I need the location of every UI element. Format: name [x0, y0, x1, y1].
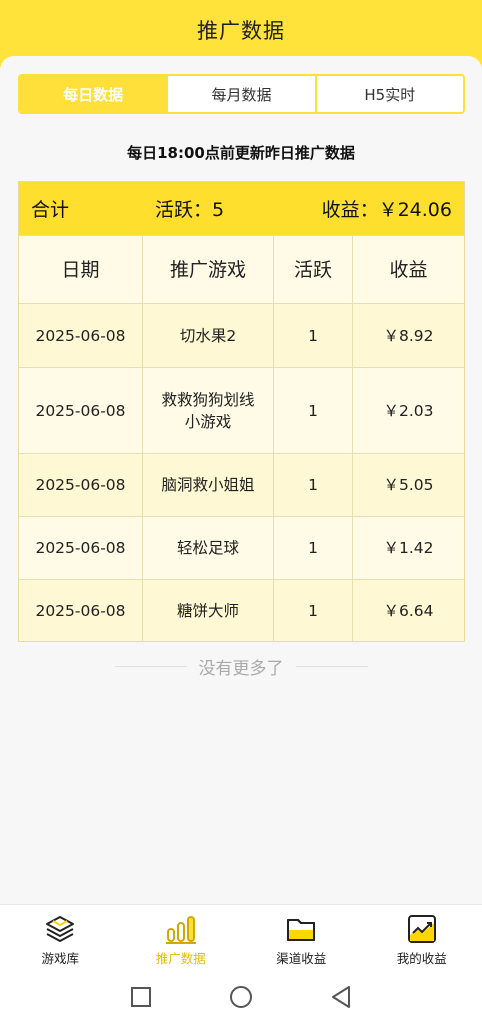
row-date: 2025-06-08 — [19, 368, 143, 453]
data-table: 合计 活跃：5 收益：￥24.06 日期 推广游戏 活跃 收益 2025-06-… — [18, 181, 465, 642]
row-active: 1 — [274, 304, 353, 367]
layers-icon — [46, 916, 75, 942]
row-active: 1 — [274, 517, 353, 579]
update-notice: 每日18:00点前更新昨日推广数据 — [127, 144, 355, 162]
row-game: 糖饼大师 — [143, 580, 274, 641]
row-game: 脑洞救小姐姐 — [143, 454, 274, 516]
back-triangle-icon — [332, 986, 350, 1008]
header-game: 推广游戏 — [143, 236, 274, 303]
row-income: ￥8.92 — [383, 326, 434, 345]
tab-bar: 每日数据 每月数据 H5实时 — [18, 74, 465, 114]
summary-income: 收益：￥24.06 — [321, 199, 452, 221]
table-row: 2025-06-08 糖饼大师 1 ￥6.64 — [19, 579, 464, 641]
row-active: 1 — [274, 454, 353, 516]
tab-h5-realtime[interactable]: H5实时 — [316, 76, 463, 112]
nav-label: 游戏库 — [41, 951, 79, 966]
row-date: 2025-06-08 — [19, 580, 143, 641]
row-income: ￥6.64 — [383, 601, 434, 620]
nav-label: 我的收益 — [396, 951, 447, 966]
nav-label: 推广数据 — [155, 951, 206, 966]
row-game: 救救狗狗划线小游戏 — [143, 368, 274, 453]
divider-right — [295, 666, 368, 667]
folder-icon — [287, 919, 316, 941]
system-nav-bar — [0, 970, 482, 1024]
main-content: 每日数据 每月数据 H5实时 每日18:00点前更新昨日推广数据 合计 活跃：5… — [0, 56, 482, 904]
tab-daily[interactable]: 每日数据 — [20, 76, 169, 112]
summary-row: 合计 活跃：5 收益：￥24.06 — [19, 182, 464, 235]
nav-channel-income[interactable]: 渠道收益 — [241, 905, 362, 970]
row-income: ￥5.05 — [383, 476, 434, 494]
square-icon — [131, 987, 151, 1007]
trend-chart-icon — [407, 915, 436, 943]
row-active: 1 — [274, 368, 353, 453]
row-date: 2025-06-08 — [19, 517, 143, 579]
home-button[interactable] — [191, 985, 291, 1009]
row-game: 轻松足球 — [143, 517, 274, 579]
bottom-nav: 游戏库 推广数据 渠道收益 我的收益 — [0, 904, 482, 970]
summary-total-label: 合计 — [31, 199, 70, 221]
table-row: 2025-06-08 切水果2 1 ￥8.92 — [19, 303, 464, 367]
table-row: 2025-06-08 轻松足球 1 ￥1.42 — [19, 516, 464, 579]
header-active: 活跃 — [274, 236, 353, 303]
row-active: 1 — [274, 580, 353, 641]
circle-icon — [230, 986, 252, 1008]
table-row: 2025-06-08 救救狗狗划线小游戏 1 ￥2.03 — [19, 367, 464, 453]
nav-my-income[interactable]: 我的收益 — [362, 905, 482, 970]
divider-left — [114, 666, 187, 667]
nav-label: 渠道收益 — [276, 951, 327, 966]
page-title: 推广数据 — [197, 19, 285, 43]
no-more-indicator: 没有更多了 — [0, 654, 482, 679]
row-date: 2025-06-08 — [19, 454, 143, 516]
nav-promo-data[interactable]: 推广数据 — [121, 905, 242, 970]
no-more-text: 没有更多了 — [198, 659, 284, 679]
table-header: 日期 推广游戏 活跃 收益 — [19, 235, 464, 303]
header-income: 收益 — [389, 258, 428, 281]
tab-monthly[interactable]: 每月数据 — [168, 76, 317, 112]
bar-chart-icon — [165, 916, 196, 944]
nav-game-library[interactable]: 游戏库 — [0, 905, 121, 970]
row-income: ￥2.03 — [383, 401, 434, 420]
top-bar: 推广数据 — [0, 0, 482, 60]
recent-apps-button[interactable] — [91, 986, 191, 1008]
summary-active: 活跃：5 — [155, 199, 225, 221]
row-date: 2025-06-08 — [19, 304, 143, 367]
row-income: ￥1.42 — [383, 539, 434, 557]
back-button[interactable] — [291, 985, 391, 1009]
row-game: 切水果2 — [143, 304, 274, 367]
header-date: 日期 — [19, 236, 143, 303]
table-row: 2025-06-08 脑洞救小姐姐 1 ￥5.05 — [19, 453, 464, 516]
